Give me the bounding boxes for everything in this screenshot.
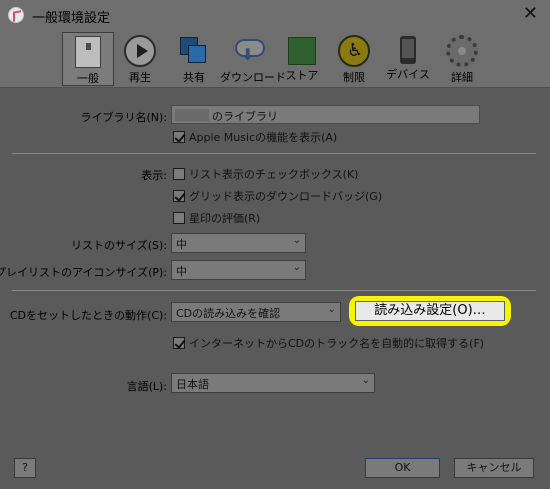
import-settings-button[interactable]: 読み込み設定(O)… — [355, 301, 505, 321]
playlist-icon-size-label: プレイリストのアイコンサイズ(P): — [0, 266, 167, 279]
import-settings-highlight: 読み込み設定(O)… — [349, 296, 511, 326]
tab-general[interactable]: 一般 — [62, 32, 114, 86]
cd-insert-action-select[interactable]: CDの読み込みを確認 ⌄ — [171, 302, 341, 322]
chevron-down-icon: ⌄ — [361, 375, 370, 386]
preferences-toolbar: 一般 再生 共有 ダウンロード ストア 制限 デバイス 詳細 — [0, 30, 550, 88]
checkbox-box — [173, 131, 185, 143]
itunes-icon — [8, 7, 24, 23]
tab-restrictions[interactable]: 制限 — [328, 32, 380, 86]
display-label: 表示: — [141, 169, 167, 182]
advanced-gear-icon — [446, 35, 478, 67]
checkbox-box — [173, 168, 185, 180]
chevron-down-icon: ⌄ — [292, 262, 301, 273]
close-icon[interactable]: ✕ — [523, 4, 538, 24]
download-icon — [232, 35, 265, 67]
separator — [12, 290, 536, 291]
tab-label: 一般 — [77, 72, 99, 85]
chevron-down-icon: ⌄ — [327, 304, 336, 315]
track-names-checkbox[interactable]: インターネットからCDのトラック名を自動的に取得する(F) — [173, 335, 484, 351]
star-rating-checkbox[interactable]: 星印の評価(R) — [173, 210, 260, 226]
title-bar: 一般環境設定 ✕ — [0, 0, 550, 30]
cancel-button[interactable]: キャンセル — [454, 458, 534, 478]
window-title: 一般環境設定 — [32, 11, 111, 26]
general-icon — [75, 36, 101, 68]
tab-downloads[interactable]: ダウンロード — [220, 32, 286, 86]
chevron-down-icon: ⌄ — [292, 235, 301, 246]
tab-label: ダウンロード — [220, 71, 286, 84]
grid-badge-checkbox[interactable]: グリッド表示のダウンロードバッジ(G) — [173, 188, 382, 204]
tab-playback[interactable]: 再生 — [114, 32, 166, 86]
tab-label: ストア — [285, 69, 319, 82]
tab-label: 再生 — [129, 71, 151, 84]
tab-label: デバイス — [386, 68, 430, 81]
store-icon — [288, 37, 316, 65]
tab-label: 詳細 — [451, 71, 473, 84]
library-name-input[interactable]: のライブラリ — [171, 105, 480, 124]
ok-button[interactable]: OK — [365, 458, 440, 478]
tab-store[interactable]: ストア — [276, 32, 328, 86]
tab-devices[interactable]: デバイス — [382, 32, 434, 86]
apple-music-checkbox[interactable]: Apple Musicの機能を表示(A) — [173, 129, 337, 145]
tab-sharing[interactable]: 共有 — [168, 32, 220, 86]
play-icon — [124, 35, 156, 67]
checkbox-box — [173, 212, 185, 224]
tab-advanced[interactable]: 詳細 — [436, 32, 488, 86]
list-size-label: リストのサイズ(S): — [71, 239, 167, 252]
device-icon — [400, 36, 416, 64]
playlist-icon-size-select[interactable]: 中 ⌄ — [171, 260, 306, 280]
list-size-select[interactable]: 中 ⌄ — [171, 233, 306, 253]
checkbox-box — [173, 337, 185, 349]
library-name-label: ライブラリ名(N): — [80, 111, 167, 124]
cd-insert-action-label: CDをセットしたときの動作(C): — [9, 309, 167, 322]
help-button[interactable]: ? — [14, 458, 36, 478]
language-label: 言語(L): — [126, 380, 167, 393]
tab-label: 制限 — [343, 71, 365, 84]
dialog-footer: ? OK キャンセル — [0, 448, 550, 489]
restrictions-icon — [338, 35, 370, 67]
language-select[interactable]: 日本語 ⌄ — [171, 373, 375, 393]
separator — [12, 153, 536, 154]
share-icon — [178, 35, 210, 67]
list-checkbox[interactable]: リスト表示のチェックボックス(K) — [173, 166, 358, 182]
checkbox-box — [173, 190, 185, 202]
tab-label: 共有 — [183, 71, 205, 84]
